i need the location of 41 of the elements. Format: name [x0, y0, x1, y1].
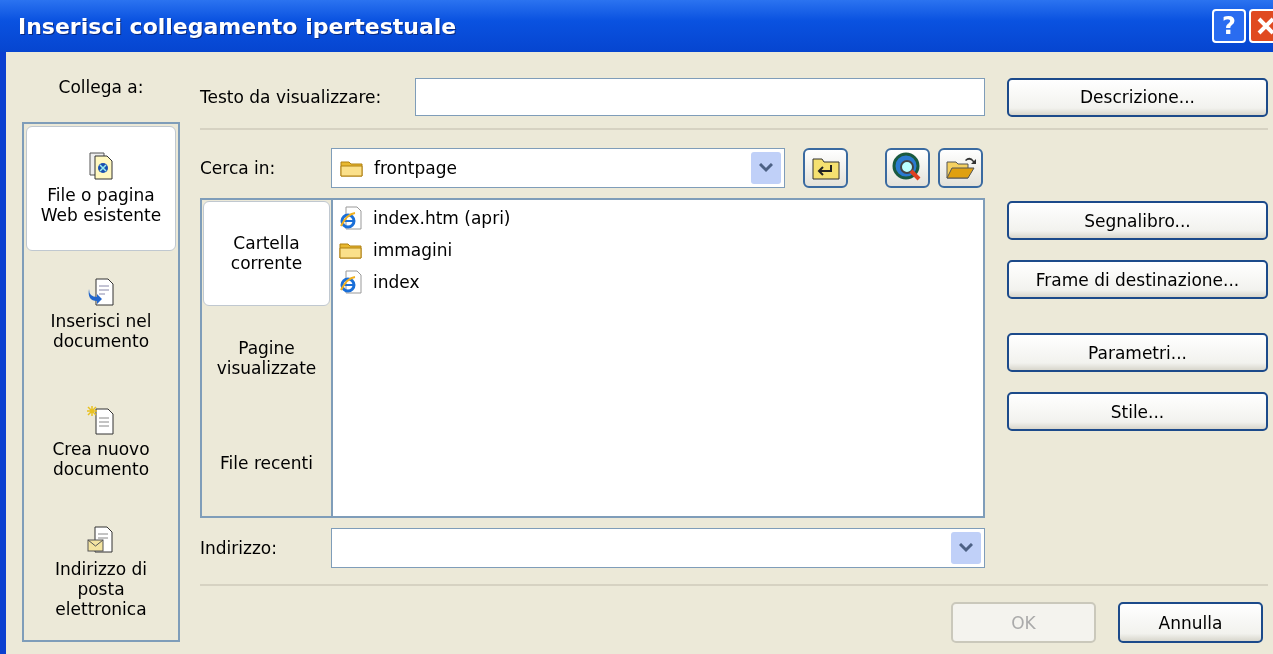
cancel-button[interactable]: Annulla: [1118, 602, 1263, 643]
web-page-icon: [339, 270, 363, 294]
web-search-button[interactable]: [885, 148, 930, 188]
option-button[interactable]: Parametri...: [1007, 333, 1268, 372]
folder-arrow-icon: [810, 155, 841, 181]
mail-document-icon: [87, 524, 115, 555]
address-label: Indirizzo:: [200, 538, 278, 558]
help-button[interactable]: ?: [1212, 9, 1246, 43]
places-tab[interactable]: File recenti: [203, 410, 330, 515]
link-type-item[interactable]: File o pagina Web esistente: [26, 126, 176, 251]
window-title: Inserisci collegamento ipertestuale: [18, 13, 458, 39]
places-tab[interactable]: Pagine visualizzate: [203, 305, 330, 411]
link-type-item[interactable]: Indirizzo di posta elettronica: [26, 505, 176, 638]
look-in-label: Cerca in:: [200, 158, 277, 178]
web-page-icon: [339, 206, 363, 230]
caret-icon: [959, 543, 973, 553]
up-folder-button[interactable]: [803, 148, 848, 188]
document-arrow-icon: [87, 277, 115, 308]
folder-icon: [339, 240, 363, 260]
look-in-dropdown[interactable]: frontpage: [331, 148, 785, 188]
address-field[interactable]: [331, 528, 985, 568]
open-folder-button[interactable]: [938, 148, 983, 188]
link-to-label: Collega a:: [58, 77, 144, 97]
display-text-label: Testo da visualizzare:: [200, 87, 383, 107]
new-document-icon: [87, 404, 115, 435]
close-icon: [1255, 15, 1273, 37]
web-page-icon: [88, 151, 114, 182]
link-type-item[interactable]: Inserisci nel documento: [26, 250, 176, 378]
link-type-item[interactable]: Crea nuovo documento: [26, 378, 176, 506]
caret-icon: [759, 163, 773, 173]
option-button[interactable]: Segnalibro...: [1007, 201, 1268, 240]
option-button[interactable]: Stile...: [1007, 392, 1268, 431]
close-button[interactable]: [1249, 9, 1273, 43]
file-item[interactable]: index.htm (apri): [373, 208, 511, 228]
folder-icon: [340, 158, 364, 178]
file-item[interactable]: immagini: [373, 240, 453, 260]
places-tab[interactable]: Cartella corrente: [203, 201, 330, 306]
file-item[interactable]: index: [373, 272, 420, 292]
display-text-field[interactable]: [415, 78, 985, 116]
description-button[interactable]: Descrizione...: [1007, 77, 1268, 117]
option-button[interactable]: Frame di destinazione...: [1007, 260, 1268, 299]
